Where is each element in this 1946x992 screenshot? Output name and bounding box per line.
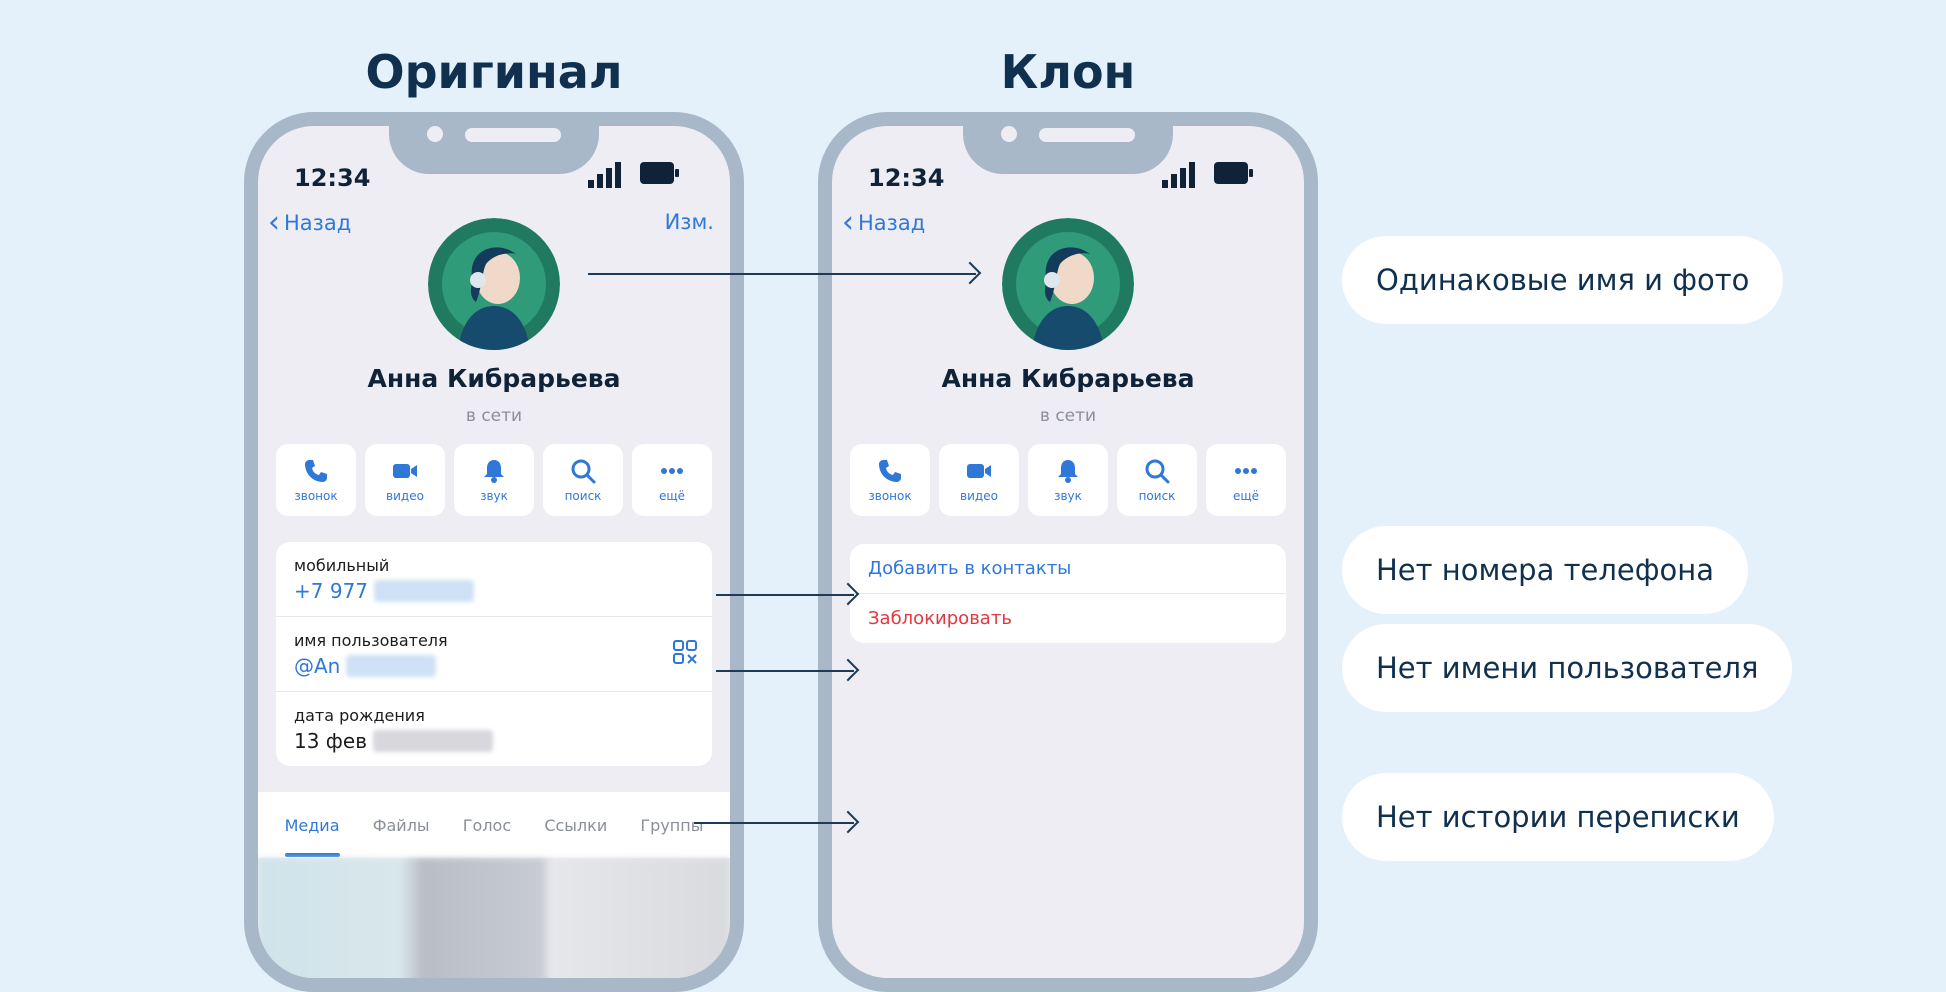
call-label: звонок bbox=[868, 489, 912, 503]
action-bar: звонок видео звук поиск ещё bbox=[850, 444, 1286, 516]
video-icon bbox=[393, 464, 417, 478]
more-label: ещё bbox=[1232, 489, 1260, 503]
phone-notch bbox=[963, 126, 1173, 174]
birthday-value: 13 фев bbox=[294, 729, 694, 753]
search-icon bbox=[1145, 459, 1170, 484]
more-icon bbox=[661, 468, 683, 474]
more-label: ещё bbox=[658, 489, 686, 503]
username-value: @An bbox=[294, 654, 694, 678]
username-row[interactable]: имя пользователя @An bbox=[276, 617, 712, 692]
media-preview bbox=[258, 858, 730, 978]
birthday-row: дата рождения 13 фев bbox=[276, 692, 712, 766]
search-icon bbox=[571, 459, 596, 484]
arrow-no-phone bbox=[716, 594, 854, 596]
call-button[interactable]: звонок bbox=[850, 444, 930, 516]
signal-icon bbox=[588, 162, 621, 188]
more-button[interactable]: ещё bbox=[632, 444, 712, 516]
more-icon bbox=[1235, 468, 1257, 474]
avatar bbox=[1002, 218, 1134, 350]
battery-icon bbox=[640, 162, 679, 184]
tab-files[interactable]: Файлы bbox=[373, 816, 430, 835]
video-button[interactable]: видео bbox=[365, 444, 445, 516]
edit-button[interactable]: Изм. bbox=[665, 210, 714, 234]
original-phone: 12:34 ‹ Назад Изм. Анна Кибрарьева в сети… bbox=[244, 112, 744, 992]
label-same-name-photo: Одинаковые имя и фото bbox=[1342, 236, 1784, 324]
tab-groups[interactable]: Группы bbox=[640, 816, 703, 835]
action-bar: звонок видео звук поиск ещё bbox=[276, 444, 712, 516]
phone-notch bbox=[389, 126, 599, 174]
arrow-no-username bbox=[716, 670, 854, 672]
back-button[interactable]: ‹ Назад bbox=[842, 208, 925, 238]
search-button[interactable]: поиск bbox=[543, 444, 623, 516]
back-label: Назад bbox=[284, 211, 352, 235]
signal-icon bbox=[1162, 162, 1195, 188]
call-button[interactable]: звонок bbox=[276, 444, 356, 516]
clone-actions-card: Добавить в контакты Заблокировать bbox=[850, 544, 1286, 643]
search-label: поиск bbox=[564, 489, 602, 503]
call-label: звонок bbox=[294, 489, 338, 503]
phone-icon bbox=[879, 460, 901, 482]
chevron-left-icon: ‹ bbox=[842, 205, 854, 240]
video-icon bbox=[967, 464, 991, 478]
profile-name: Анна Кибрарьева bbox=[367, 364, 621, 393]
video-label: видео bbox=[386, 489, 424, 503]
label-no-username: Нет имени пользователя bbox=[1342, 624, 1793, 712]
bell-icon bbox=[1058, 460, 1078, 483]
sound-button[interactable]: звук bbox=[1028, 444, 1108, 516]
battery-icon bbox=[1214, 162, 1253, 184]
clone-phone: 12:34 ‹ Назад Анна Кибрарьева в сети звон… bbox=[818, 112, 1318, 992]
more-button[interactable]: ещё bbox=[1206, 444, 1286, 516]
mobile-label: мобильный bbox=[294, 556, 390, 575]
video-label: видео bbox=[960, 489, 998, 503]
sound-button[interactable]: звук bbox=[454, 444, 534, 516]
bell-icon bbox=[484, 460, 504, 483]
arrow-no-history bbox=[694, 822, 854, 824]
contact-info-card: мобильный +7 977 имя пользователя @An да… bbox=[276, 542, 712, 766]
phone-icon bbox=[305, 460, 327, 482]
tab-voice[interactable]: Голос bbox=[463, 816, 511, 835]
tab-media[interactable]: Медиа bbox=[284, 816, 340, 857]
search-button[interactable]: поиск bbox=[1117, 444, 1197, 516]
sound-label: звук bbox=[480, 489, 508, 503]
media-tabs: Медиа Файлы Голос Ссылки Группы bbox=[258, 792, 730, 858]
profile-name: Анна Кибрарьева bbox=[941, 364, 1195, 393]
label-no-history: Нет истории переписки bbox=[1342, 773, 1774, 861]
tab-links[interactable]: Ссылки bbox=[544, 816, 607, 835]
clone-title: Клон bbox=[1000, 45, 1136, 99]
add-to-contacts-button[interactable]: Добавить в контакты bbox=[850, 544, 1286, 594]
back-label: Назад bbox=[858, 211, 926, 235]
sound-label: звук bbox=[1054, 489, 1082, 503]
block-button[interactable]: Заблокировать bbox=[850, 594, 1286, 643]
profile-status: в сети bbox=[465, 406, 523, 426]
original-title: Оригинал bbox=[365, 45, 623, 99]
video-button[interactable]: видео bbox=[939, 444, 1019, 516]
status-time: 12:34 bbox=[868, 164, 945, 192]
search-label: поиск bbox=[1138, 489, 1176, 503]
qr-code-icon[interactable] bbox=[672, 639, 698, 665]
username-label: имя пользователя bbox=[294, 631, 448, 650]
arrow-same-photo bbox=[588, 273, 976, 275]
back-button[interactable]: ‹ Назад bbox=[268, 208, 351, 238]
mobile-value: +7 977 bbox=[294, 579, 694, 603]
mobile-row[interactable]: мобильный +7 977 bbox=[276, 542, 712, 617]
avatar bbox=[428, 218, 560, 350]
status-time: 12:34 bbox=[294, 164, 371, 192]
label-no-phone: Нет номера телефона bbox=[1342, 526, 1748, 614]
profile-status: в сети bbox=[1039, 406, 1097, 426]
chevron-left-icon: ‹ bbox=[268, 205, 280, 240]
birthday-label: дата рождения bbox=[294, 706, 425, 725]
